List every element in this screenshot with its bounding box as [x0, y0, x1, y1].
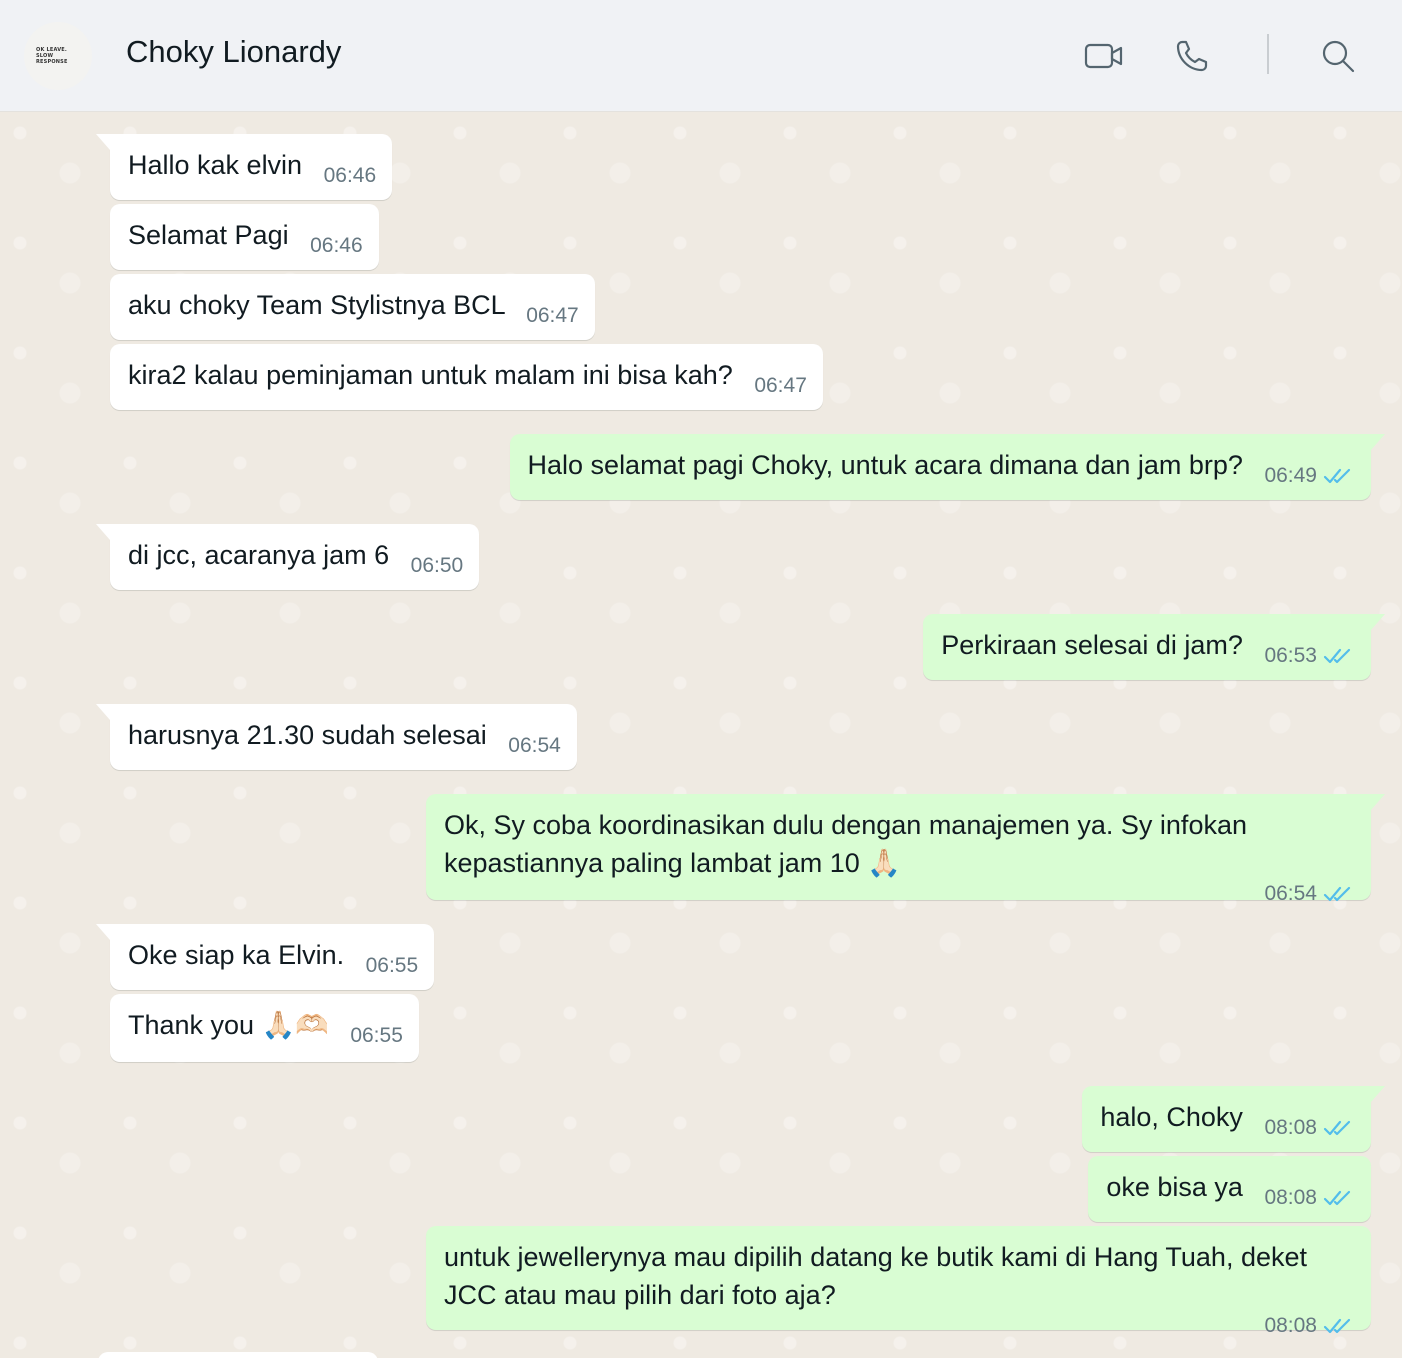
- message-time: 08:08: [1264, 1116, 1317, 1139]
- message-text: Hallo kak elvin: [128, 150, 303, 180]
- message-outgoing[interactable]: oke bisa ya 08:08: [1088, 1156, 1371, 1222]
- chat-header: OK LEAVE. SLOW RESPONSE Choky Lionardy: [0, 0, 1402, 112]
- contact-name[interactable]: Choky Lionardy: [126, 34, 341, 70]
- double-check-icon: [1323, 1120, 1351, 1136]
- double-check-icon: [1323, 648, 1351, 664]
- message-time: 06:49: [1264, 464, 1317, 487]
- avatar-text-line2: SLOW RESPONSE: [36, 53, 68, 65]
- message-outgoing[interactable]: Halo selamat pagi Choky, untuk acara dim…: [509, 434, 1386, 500]
- message-time: 06:54: [1264, 882, 1317, 905]
- message-time: 06:53: [1264, 644, 1317, 667]
- search-icon[interactable]: [1316, 34, 1360, 78]
- message-text: harusnya 21.30 sudah selesai: [128, 720, 487, 750]
- message-text: oke bisa ya: [1106, 1172, 1243, 1202]
- video-call-icon[interactable]: [1082, 34, 1126, 78]
- message-text: Selamat Pagi: [128, 220, 289, 250]
- message-time: 06:55: [365, 954, 419, 977]
- double-check-icon: [1323, 468, 1351, 484]
- message-time: 06:55: [350, 1024, 403, 1047]
- message-outgoing[interactable]: halo, Choky 08:08: [1082, 1086, 1385, 1152]
- message-incoming[interactable]: harusnya 21.30 sudah selesai 06:54: [96, 704, 577, 770]
- message-time: 06:50: [410, 554, 464, 577]
- message-text: aku choky Team Stylistnya BCL: [128, 290, 505, 320]
- message-outgoing[interactable]: untuk jewellerynya mau dipilih datang ke…: [426, 1226, 1371, 1337]
- message-time: 06:46: [323, 164, 377, 187]
- message-incoming-partial[interactable]: [98, 1352, 378, 1358]
- message-text: Ok, Sy coba koordinasikan dulu dengan ma…: [444, 810, 1247, 878]
- message-text: kira2 kalau peminjaman untuk malam ini b…: [128, 360, 733, 390]
- message-text: Thank you 🙏🏻🫶🏻: [128, 1010, 329, 1040]
- message-time: 08:08: [1264, 1186, 1317, 1209]
- message-text: Perkiraan selesai di jam?: [941, 630, 1243, 660]
- message-text: Halo selamat pagi Choky, untuk acara dim…: [527, 450, 1243, 480]
- message-incoming[interactable]: aku choky Team Stylistnya BCL 06:47: [110, 274, 595, 340]
- double-check-icon: [1323, 1318, 1351, 1334]
- voice-call-icon[interactable]: [1170, 34, 1214, 78]
- message-text: di jcc, acaranya jam 6: [128, 540, 390, 570]
- message-incoming[interactable]: Oke siap ka Elvin. 06:55: [95, 924, 435, 990]
- message-text: Oke siap ka Elvin.: [128, 940, 345, 970]
- message-outgoing[interactable]: Perkiraan selesai di jam? 06:53: [923, 614, 1385, 680]
- double-check-icon: [1323, 1190, 1351, 1206]
- message-outgoing[interactable]: Ok, Sy coba koordinasikan dulu dengan ma…: [426, 794, 1385, 905]
- avatar[interactable]: OK LEAVE. SLOW RESPONSE: [24, 22, 92, 90]
- double-check-icon: [1323, 886, 1351, 902]
- message-incoming[interactable]: di jcc, acaranya jam 6 06:50: [95, 524, 480, 590]
- message-time: 08:08: [1264, 1314, 1317, 1337]
- header-divider: [1267, 34, 1269, 74]
- message-text: halo, Choky: [1100, 1102, 1243, 1132]
- message-time: 06:54: [508, 734, 561, 757]
- message-incoming[interactable]: Selamat Pagi 06:46: [110, 204, 379, 270]
- message-time: 06:47: [754, 374, 807, 397]
- message-time: 06:47: [526, 304, 579, 327]
- message-text: untuk jewellerynya mau dipilih datang ke…: [444, 1242, 1307, 1310]
- message-incoming[interactable]: Thank you 🙏🏻🫶🏻 06:55: [110, 994, 419, 1062]
- message-time: 06:46: [310, 234, 363, 257]
- message-incoming[interactable]: Hallo kak elvin 06:46: [95, 134, 393, 200]
- message-incoming[interactable]: kira2 kalau peminjaman untuk malam ini b…: [110, 344, 823, 410]
